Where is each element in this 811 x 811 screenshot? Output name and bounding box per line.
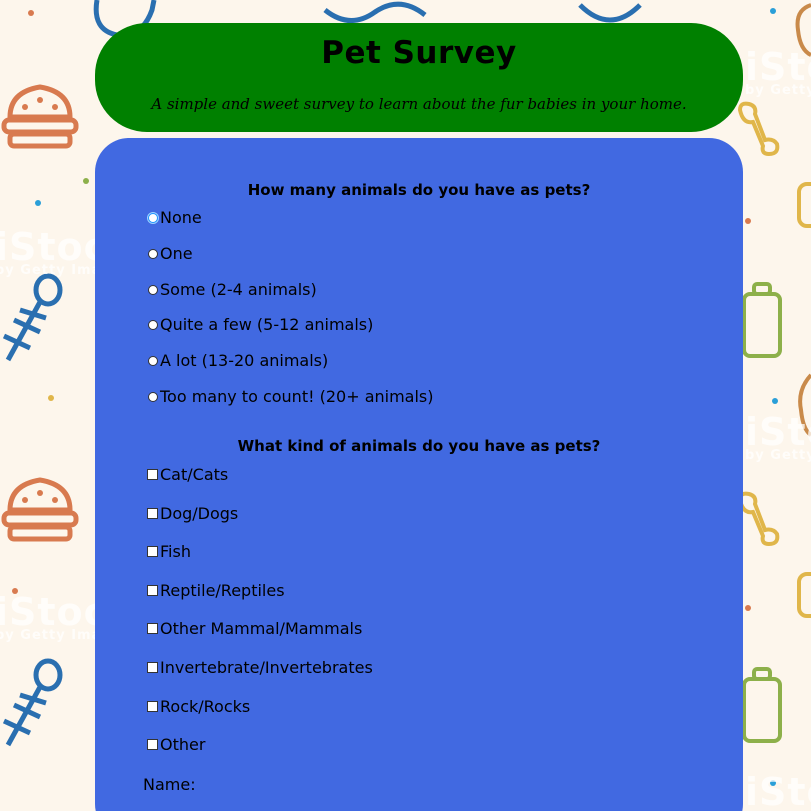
checkbox[interactable] bbox=[147, 546, 158, 557]
checkbox[interactable] bbox=[147, 739, 158, 750]
checkbox[interactable] bbox=[147, 508, 158, 519]
radio-button[interactable] bbox=[148, 212, 158, 223]
checkbox-option-reptiles[interactable]: Reptile/Reptiles bbox=[147, 581, 285, 600]
decor-dot bbox=[772, 398, 778, 404]
radio-option-too-many[interactable]: Too many to count! (20+ animals) bbox=[148, 387, 434, 406]
name-field-label: Name: bbox=[143, 775, 196, 794]
radio-option-label: Quite a few (5-12 animals) bbox=[160, 315, 374, 334]
decor-dot bbox=[770, 8, 776, 14]
radio-option-quite-a-few[interactable]: Quite a few (5-12 animals) bbox=[148, 315, 373, 334]
watermark: iStockby Getty Images bbox=[745, 410, 811, 463]
watermark: iStock bbox=[745, 770, 811, 811]
survey-form: How many animals do you have as pets? No… bbox=[95, 138, 743, 811]
decor-dot bbox=[745, 605, 751, 611]
question-animal-count-label: How many animals do you have as pets? bbox=[247, 181, 591, 199]
checkbox-option-label: Reptile/Reptiles bbox=[160, 581, 285, 600]
checkbox-option-invertebrates[interactable]: Invertebrate/Invertebrates bbox=[147, 658, 373, 677]
pet-bowl-icon bbox=[1, 84, 79, 149]
decor-dot bbox=[745, 218, 751, 224]
checkbox-option-fish[interactable]: Fish bbox=[147, 542, 191, 561]
radio-button[interactable] bbox=[148, 284, 158, 295]
radio-option-label: A lot (13-20 animals) bbox=[160, 351, 329, 370]
checkbox[interactable] bbox=[147, 623, 158, 634]
checkbox[interactable] bbox=[147, 662, 158, 673]
question-animal-kind-label: What kind of animals do you have as pets… bbox=[237, 437, 601, 455]
decor-dot bbox=[83, 178, 89, 184]
checkbox[interactable] bbox=[147, 469, 158, 480]
pet-bowl-icon bbox=[1, 477, 79, 542]
page-title: Pet Survey bbox=[321, 35, 517, 71]
checkbox-option-other-mammals[interactable]: Other Mammal/Mammals bbox=[147, 619, 362, 638]
pet-carrier-icon bbox=[742, 667, 782, 743]
radio-option-one[interactable]: One bbox=[148, 244, 193, 263]
radio-option-label: Too many to count! (20+ animals) bbox=[160, 387, 434, 406]
checkbox-option-label: Rock/Rocks bbox=[160, 697, 251, 716]
radio-button[interactable] bbox=[148, 391, 158, 402]
decor-dot bbox=[35, 200, 41, 206]
checkbox-option-label: Cat/Cats bbox=[160, 465, 229, 484]
checkbox-option-label: Invertebrate/Invertebrates bbox=[160, 658, 373, 677]
checkbox[interactable] bbox=[147, 585, 158, 596]
paw-icon bbox=[797, 182, 811, 228]
checkbox-option-label: Dog/Dogs bbox=[160, 504, 239, 523]
checkbox-option-label: Other Mammal/Mammals bbox=[160, 619, 363, 638]
radio-button[interactable] bbox=[148, 248, 158, 259]
fish-bone-icon bbox=[2, 658, 63, 747]
radio-button[interactable] bbox=[148, 319, 158, 330]
checkbox-option-rocks[interactable]: Rock/Rocks bbox=[147, 697, 250, 716]
decor-dot bbox=[28, 10, 34, 16]
radio-button[interactable] bbox=[148, 355, 158, 366]
radio-option-some[interactable]: Some (2-4 animals) bbox=[148, 280, 317, 299]
checkbox-option-label: Fish bbox=[160, 542, 191, 561]
paw-icon bbox=[797, 572, 811, 618]
radio-option-label: One bbox=[160, 244, 193, 263]
radio-option-label: None bbox=[160, 208, 202, 227]
watermark: iStockby Getty Images bbox=[745, 45, 811, 98]
checkbox-option-dogs[interactable]: Dog/Dogs bbox=[147, 504, 238, 523]
radio-option-label: Some (2-4 animals) bbox=[160, 280, 317, 299]
radio-option-none[interactable]: None bbox=[148, 208, 202, 227]
pet-carrier-icon bbox=[742, 282, 782, 358]
decor-dot bbox=[48, 395, 54, 401]
checkbox-option-cats[interactable]: Cat/Cats bbox=[147, 465, 228, 484]
checkbox-option-other[interactable]: Other bbox=[147, 735, 205, 754]
fish-bone-icon bbox=[2, 273, 63, 362]
page-subtitle: A simple and sweet survey to learn about… bbox=[151, 95, 687, 113]
checkbox-option-label: Other bbox=[160, 735, 206, 754]
radio-option-a-lot[interactable]: A lot (13-20 animals) bbox=[148, 351, 328, 370]
survey-header: Pet Survey A simple and sweet survey to … bbox=[95, 23, 743, 132]
checkbox[interactable] bbox=[147, 701, 158, 712]
